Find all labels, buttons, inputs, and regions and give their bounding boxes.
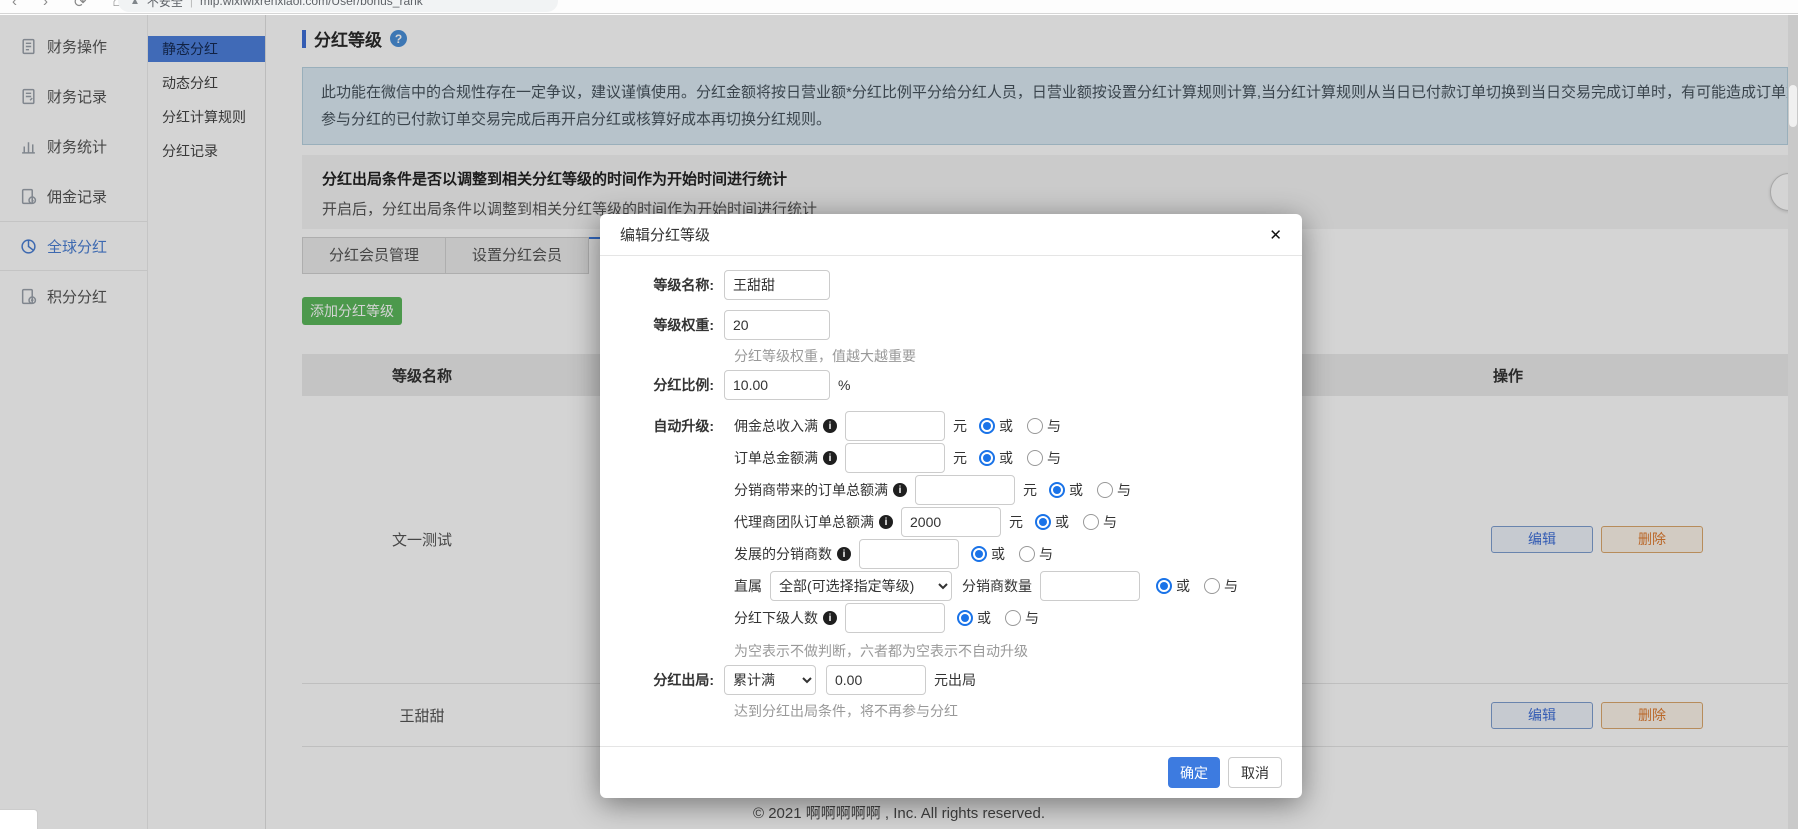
security-label: 不安全 (147, 0, 183, 10)
level-weight-label: 等级权重: (600, 315, 724, 335)
order-total-input[interactable] (845, 443, 945, 473)
modal-body: 等级名称: 等级权重: 分红等级权重，值越大越重要 分红比例: % 自动升级: … (600, 256, 1302, 719)
url-text: mip.wixiwixrenxiaol.com/User/bonus_rank (200, 0, 423, 8)
address-bar[interactable]: ▲ 不安全 | mip.wixiwixrenxiaol.com/User/bon… (118, 0, 558, 12)
radio-and[interactable]: 与 (1204, 576, 1238, 596)
developed-distributors-input[interactable] (859, 539, 959, 569)
yuan-unit: 元 (953, 448, 967, 468)
yuan-unit: 元 (1009, 512, 1023, 532)
info-icon[interactable]: i (879, 515, 893, 529)
radio-and[interactable]: 与 (1097, 480, 1131, 500)
dividend-subordinates-label: 分红下级人数 (734, 608, 818, 628)
app-root: 财务操作 财务记录 财务统计 佣金记录 全球分红 积分分红 静态分红 动态分红 … (0, 15, 1798, 829)
auto-upgrade-label: 自动升级: (600, 416, 714, 436)
dividend-out-amount-input[interactable] (826, 665, 926, 695)
level-weight-input[interactable] (724, 310, 830, 340)
forward-icon[interactable]: › (43, 0, 48, 11)
percent-unit: % (838, 377, 850, 393)
yuan-unit: 元 (953, 416, 967, 436)
edit-dividend-level-modal: 编辑分红等级 ✕ 等级名称: 等级权重: 分红等级权重，值越大越重要 分红比例:… (600, 214, 1302, 798)
info-icon[interactable]: i (823, 451, 837, 465)
cancel-button[interactable]: 取消 (1228, 757, 1282, 788)
url-divider: | (190, 0, 193, 8)
radio-and[interactable]: 与 (1019, 544, 1053, 564)
not-secure-warning-icon: ▲ (130, 0, 140, 7)
info-icon[interactable]: i (837, 547, 851, 561)
distributor-order-total-input[interactable] (915, 475, 1015, 505)
info-icon[interactable]: i (823, 419, 837, 433)
distributor-qty-input[interactable] (1040, 571, 1140, 601)
commission-total-label: 佣金总收入满 (734, 416, 818, 436)
scrollbar-track[interactable] (1788, 15, 1798, 829)
confirm-button[interactable]: 确定 (1168, 757, 1220, 788)
radio-or[interactable]: 或 (1049, 480, 1083, 500)
info-icon[interactable]: i (823, 611, 837, 625)
distributor-order-total-label: 分销商带来的订单总额满 (734, 480, 888, 500)
radio-or[interactable]: 或 (957, 608, 991, 628)
yuan-unit: 元 (1023, 480, 1037, 500)
info-icon[interactable]: i (893, 483, 907, 497)
distributor-qty-label: 分销商数量 (962, 576, 1032, 596)
close-icon[interactable]: ✕ (1269, 226, 1282, 244)
level-name-input[interactable] (724, 270, 830, 300)
out-unit: 元出局 (934, 670, 976, 690)
modal-header: 编辑分红等级 ✕ (600, 214, 1302, 256)
radio-and[interactable]: 与 (1005, 608, 1039, 628)
auto-upgrade-group: 自动升级: 佣金总收入满 i 元 或 与 订单总金额满 i 元 (600, 411, 1302, 659)
direct-level-select[interactable]: 全部(可选择指定等级) (770, 571, 952, 601)
order-total-label: 订单总金额满 (734, 448, 818, 468)
upgrade-help-text: 为空表示不做判断，六者都为空表示不自动升级 (734, 641, 1302, 659)
weight-help-text: 分红等级权重，值越大越重要 (734, 346, 1302, 364)
agent-team-order-total-label: 代理商团队订单总额满 (734, 512, 874, 532)
scrollbar-thumb[interactable] (1789, 85, 1797, 127)
modal-footer: 确定 取消 (600, 746, 1302, 798)
modal-title: 编辑分红等级 (620, 224, 710, 245)
developed-distributors-label: 发展的分销商数 (734, 544, 832, 564)
back-icon[interactable]: ‹ (12, 0, 17, 11)
level-name-label: 等级名称: (600, 275, 724, 295)
radio-or[interactable]: 或 (1035, 512, 1069, 532)
reload-icon[interactable]: ⟳ (74, 0, 87, 11)
radio-or[interactable]: 或 (979, 416, 1013, 436)
dividend-ratio-input[interactable] (724, 370, 830, 400)
dividend-ratio-label: 分红比例: (600, 375, 724, 395)
out-help-text: 达到分红出局条件，将不再参与分红 (734, 701, 1302, 719)
radio-and[interactable]: 与 (1083, 512, 1117, 532)
radio-or[interactable]: 或 (971, 544, 1005, 564)
browser-toolbar: ‹ › ⟳ ⌂ ▲ 不安全 | mip.wixiwixrenxiaol.com/… (0, 0, 1798, 14)
radio-or[interactable]: 或 (1156, 576, 1190, 596)
dividend-out-mode-select[interactable]: 累计满 (724, 665, 816, 695)
browser-status-bubble (0, 809, 38, 829)
dividend-subordinates-input[interactable] (845, 603, 945, 633)
radio-and[interactable]: 与 (1027, 416, 1061, 436)
radio-and[interactable]: 与 (1027, 448, 1061, 468)
commission-total-input[interactable] (845, 411, 945, 441)
dividend-out-label: 分红出局: (600, 670, 724, 690)
direct-label: 直属 (734, 576, 762, 596)
agent-team-order-total-input[interactable] (901, 507, 1001, 537)
radio-or[interactable]: 或 (979, 448, 1013, 468)
